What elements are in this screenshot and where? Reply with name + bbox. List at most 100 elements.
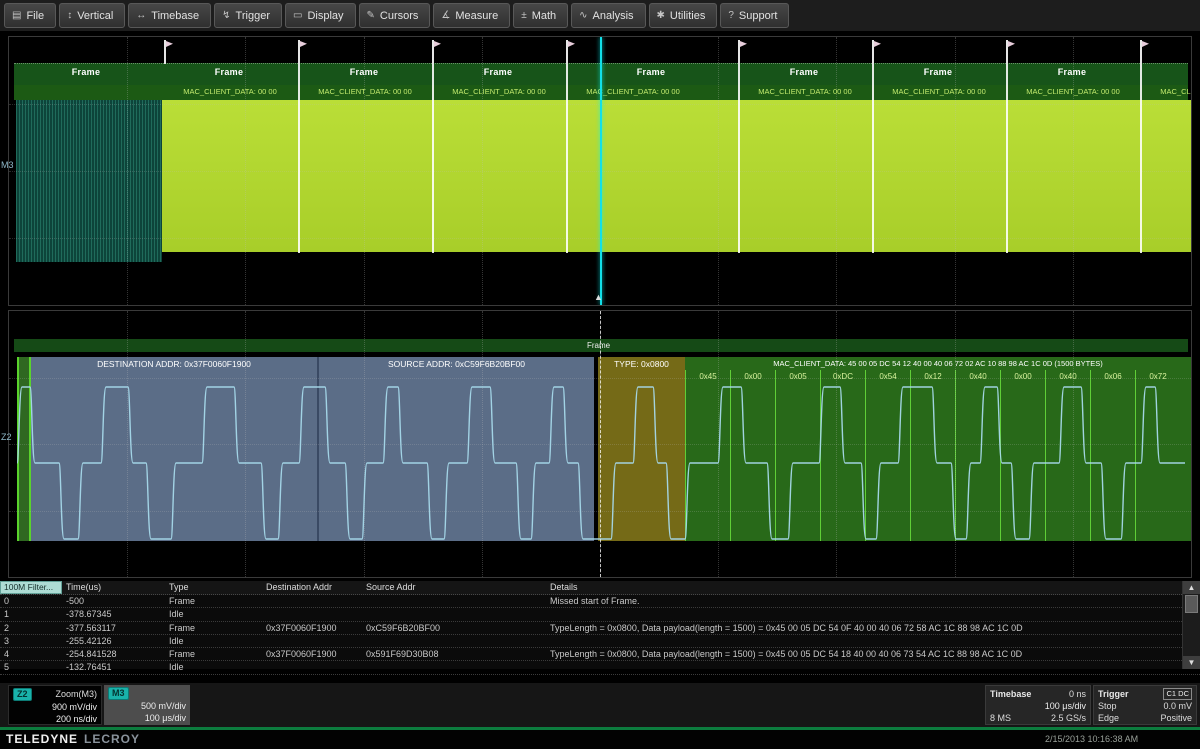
cell-index: 0	[4, 596, 10, 606]
menu-button[interactable]: ▤ File	[4, 3, 57, 28]
brand-logo: TELEDYNE LECROY	[6, 732, 140, 746]
frame-flag-marker	[1004, 40, 1015, 64]
mac-client-data-label: MAC_CLIENT_DATA: 45 00 05 DC 54 12 40 00…	[773, 359, 1103, 368]
menu-icon: ∡	[441, 9, 451, 21]
byte-cell: 0x54	[865, 370, 910, 541]
frame-flag-marker	[870, 40, 881, 64]
menu-button[interactable]: ? Support	[720, 3, 790, 28]
frame-flag-marker	[1138, 40, 1149, 64]
cell-type: Frame	[169, 596, 196, 606]
menu-icon: ▤	[12, 9, 22, 21]
zoom-frame-tag: Frame	[587, 341, 611, 350]
source-addr-label: SOURCE ADDR: 0xC59F6B20BF00	[388, 359, 525, 369]
mac-data-label: MAC_CLIENT_DATA: 00 00	[892, 87, 986, 96]
menu-button[interactable]: ▭ Display	[284, 3, 356, 28]
m3-descriptor-box[interactable]: M3 500 mV/div 100 μs/div	[104, 685, 190, 725]
menu-button[interactable]: ↔ Timebase	[128, 3, 212, 28]
zoom-waveform-panel[interactable]: Frame DESTINATION ADDR: 0x37F0060F1900 S…	[8, 310, 1192, 578]
z2-hdiv: 200 ns/div	[55, 714, 97, 724]
menu-icon: ±	[521, 9, 527, 21]
timebase-rate: 2.5 GS/s	[1050, 713, 1086, 723]
cell-type: Idle	[169, 662, 184, 673]
menu-icon: ▭	[292, 9, 303, 21]
cell-details: TypeLength = 0x0800, Data payload(length…	[550, 649, 1023, 660]
flag-pennant	[1008, 41, 1015, 47]
table-row[interactable]: 4 -254.841528 Frame 0x37F0060F1900 0x591…	[0, 648, 1200, 662]
decode-field-data: MAC_CLIENT_DATA: 45 00 05 DC 54 12 40 00…	[685, 357, 1191, 541]
menu-label: Timebase	[151, 9, 200, 22]
destination-addr-label: DESTINATION ADDR: 0x37F0060F1900	[97, 359, 251, 369]
mac-data-label: MAC_CLIENT_DATA: 00 00	[586, 87, 680, 96]
brand-teledyne: TELEDYNE	[6, 732, 79, 746]
table-row[interactable]: 2 -377.563117 Frame 0x37F0060F1900 0xC59…	[0, 622, 1200, 635]
cell-type: Frame	[169, 649, 196, 660]
flag-pole	[1140, 40, 1142, 64]
mac-data-label: MAC_CLIENT_DATA: 00 00	[183, 87, 277, 96]
menu-button[interactable]: ∿ Analysis	[571, 3, 646, 28]
trace-tag-m3[interactable]: M3	[1, 160, 14, 170]
cell-details: TypeLength = 0x0800, Data payload(length…	[550, 622, 1023, 633]
trigger-slope: Positive	[1160, 713, 1192, 723]
table-row[interactable]: 3 -255.42126 Idle	[0, 635, 1200, 649]
z2-title: Zoom(M3)	[55, 689, 97, 699]
cell-destination	[262, 661, 362, 673]
col-time: Time(us)	[66, 582, 102, 592]
table-row[interactable]: 0 -500 Frame Missed start of Frame.	[0, 595, 1200, 609]
menu-label: Support	[738, 9, 778, 22]
footer-bar: TELEDYNE LECROY 2/15/2013 10:16:38 AM	[0, 730, 1200, 749]
menu-label: Trigger	[235, 9, 270, 22]
table-row[interactable]: 5 -132.76451 Idle	[0, 661, 1200, 675]
table-header: 100M Filter... Time(us) Type Destination…	[0, 581, 1200, 595]
type-label: TYPE: 0x0800	[614, 359, 669, 369]
flag-pole	[738, 40, 740, 64]
menu-label: File	[26, 9, 45, 22]
menu-button[interactable]: ↯ Trigger	[214, 3, 282, 28]
z2-descriptor-box[interactable]: Z2 Zoom(M3) 900 mV/div 200 ns/div	[8, 685, 102, 725]
cell-details	[546, 635, 1183, 647]
flag-pole	[872, 40, 874, 64]
trigger-descriptor-box[interactable]: Trigger C1 DC Stop 0.0 mV Edge Positive	[1093, 685, 1197, 725]
byte-cell: 0x00	[1000, 370, 1045, 541]
cell-type: Idle	[169, 635, 184, 646]
menu-icon: ✱	[656, 9, 665, 21]
menu-button[interactable]: ↕ Vertical	[59, 3, 126, 28]
decode-field-sfd	[17, 357, 31, 541]
trigger-position-line	[600, 37, 602, 305]
cell-source	[362, 635, 546, 647]
flag-pennant	[166, 41, 173, 47]
col-details: Details	[550, 582, 578, 592]
cell-source	[362, 661, 546, 673]
table-row[interactable]: 1 -378.67345 Idle	[0, 608, 1200, 622]
timebase-descriptor-box[interactable]: Timebase 0 ns 100 μs/div 8 MS 2.5 GS/s	[985, 685, 1091, 725]
menu-button[interactable]: ✱ Utilities	[648, 3, 718, 28]
scroll-thumb[interactable]	[1185, 595, 1198, 613]
scroll-down-button[interactable]: ▼	[1183, 656, 1200, 669]
menu-icon: ✎	[366, 9, 375, 21]
cell-details	[546, 608, 1183, 620]
top-waveform-panel[interactable]: Frame Frame Frame Frame Frame Frame Frame Frame…	[8, 36, 1192, 306]
byte-cell: 0x45	[685, 370, 730, 541]
oscilloscope-screen: ▤ File ↕ Vertical ↔ Timebase ↯ Trigger ▭…	[0, 0, 1200, 749]
cell-time: -378.67345	[66, 609, 112, 620]
menu-button[interactable]: ✎ Cursors	[358, 3, 431, 28]
frame-label: Frame	[71, 67, 101, 77]
trace-tag-z2[interactable]: Z2	[1, 432, 12, 442]
menu-button[interactable]: ± Math	[513, 3, 569, 28]
timebase-title: Timebase	[990, 689, 1032, 699]
cell-type: Frame	[169, 622, 196, 633]
cell-time: -500	[66, 596, 85, 606]
menu-icon: ?	[728, 9, 734, 21]
scroll-up-button[interactable]: ▲	[1183, 581, 1200, 594]
flag-pennant	[874, 41, 881, 47]
frame-flag-marker	[564, 40, 575, 64]
timebase-scale: 100 μs/div	[1044, 701, 1086, 711]
frame-flag-marker	[162, 40, 173, 64]
mac-data-label: MAC_CLIENT_DATA: 00 00	[318, 87, 412, 96]
menu-button[interactable]: ∡ Measure	[433, 3, 511, 28]
menu-label: Vertical	[77, 9, 114, 22]
filter-dropdown[interactable]: 100M Filter...	[0, 581, 62, 594]
frame-label: Frame	[1057, 67, 1087, 77]
table-scrollbar[interactable]: ▲ ▼	[1182, 581, 1200, 669]
col-source: Source Addr	[366, 582, 416, 592]
cell-index: 1	[4, 609, 10, 620]
